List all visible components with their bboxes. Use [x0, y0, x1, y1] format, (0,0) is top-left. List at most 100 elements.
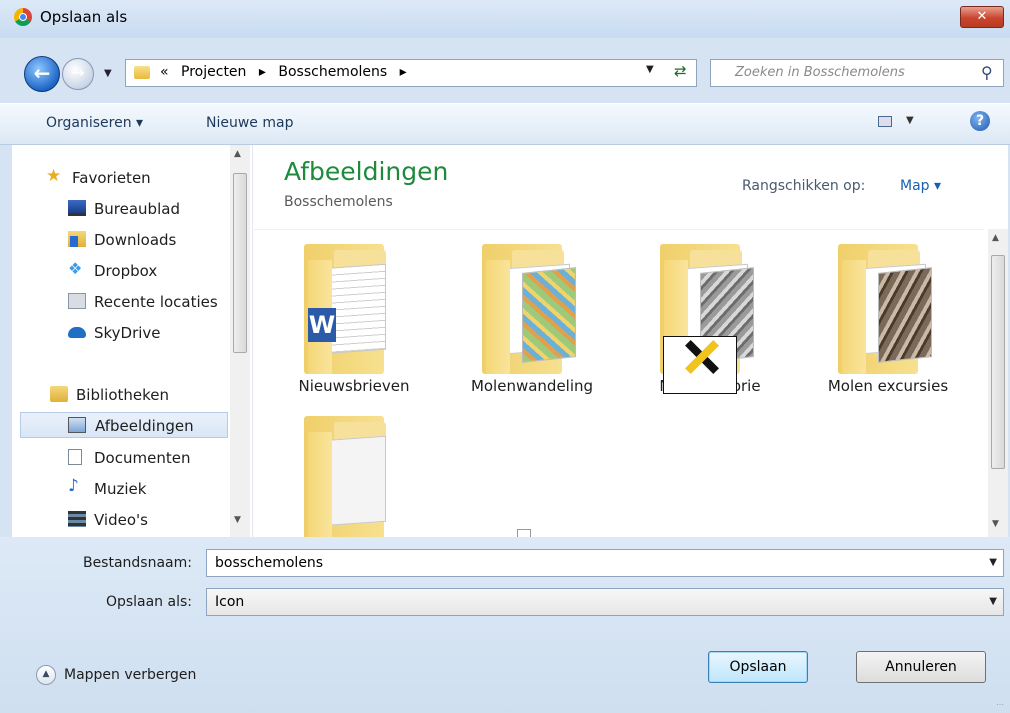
downloads-icon	[68, 231, 86, 247]
back-button[interactable]: ←	[24, 56, 60, 92]
search-icon[interactable]: ⚲	[981, 63, 993, 82]
breadcrumb-overflow[interactable]: «	[160, 64, 169, 80]
folder-tile-molen-excursies[interactable]: Molen excursies	[808, 234, 968, 404]
scroll-up-icon[interactable]: ▲	[992, 233, 999, 243]
file-list-scrollbar[interactable]: ▲ ▼	[988, 229, 1008, 537]
sidebar-item-documents[interactable]: Documenten	[68, 445, 228, 471]
chevron-down-icon[interactable]: ▼	[989, 557, 997, 568]
new-folder-button[interactable]: Nieuwe map	[206, 115, 293, 131]
recent-locations-icon	[68, 293, 86, 309]
search-box[interactable]: Zoeken in Bosschemolens ⚲	[710, 59, 1004, 87]
folder-grid: W Nieuwsbrieven Molenwandeling Molen exc…	[254, 229, 984, 538]
star-icon: ★	[46, 166, 62, 186]
save-as-dialog: Opslaan als ✕ ← → ▼ « Projecten ▸ Bossch…	[0, 0, 1010, 713]
save-button[interactable]: Opslaan	[708, 651, 808, 683]
sidebar-item-dropbox[interactable]: ❖ Dropbox	[68, 258, 228, 284]
library-title: Afbeeldingen	[284, 157, 449, 186]
filename-label: Bestandsnaam:	[82, 555, 192, 571]
sidebar-item-downloads[interactable]: Downloads	[68, 227, 228, 253]
breadcrumb: « Projecten ▸ Bosschemolens ▸	[160, 64, 415, 80]
chevron-down-icon[interactable]: ▼	[989, 596, 997, 607]
sidebar-item-label: Bureaublad	[94, 200, 180, 218]
sidebar-item-favorites[interactable]: ★ Favorieten	[46, 165, 226, 191]
library-pane: Afbeeldingen Bosschemolens Rangschikken …	[254, 145, 1008, 538]
sidebar-item-desktop[interactable]: Bureaublad	[68, 196, 228, 222]
sidebar-item-label: Favorieten	[72, 169, 151, 187]
skydrive-icon	[68, 327, 86, 338]
sidebar-item-label: Documenten	[94, 449, 191, 467]
sidebar-scrollbar[interactable]: ▲ ▼	[230, 145, 250, 537]
chevron-up-icon: ▲	[36, 665, 56, 685]
pictures-icon	[68, 417, 86, 433]
windmill-image-thumbnail[interactable]	[663, 336, 737, 394]
save-type-value[interactable]: Icon	[215, 594, 244, 610]
address-dropdown-icon[interactable]: ▼	[646, 64, 654, 75]
filename-value[interactable]: bosschemolens	[215, 555, 323, 571]
word-document-icon: W	[308, 308, 336, 342]
arrange-by-label: Rangschikken op:	[742, 178, 866, 194]
sidebar-item-label: Bibliotheken	[76, 386, 169, 404]
sidebar-item-label: Recente locaties	[94, 293, 218, 311]
sidebar-item-label: Afbeeldingen	[95, 417, 194, 435]
search-placeholder[interactable]: Zoeken in Bosschemolens	[735, 65, 905, 80]
change-view-button[interactable]: ▼	[878, 113, 918, 131]
title-bar: Opslaan als ✕	[0, 0, 1010, 38]
breadcrumb-separator-icon[interactable]: ▸	[400, 64, 407, 80]
arrange-by-dropdown[interactable]: Map ▾	[900, 178, 941, 194]
file-list-scroll-thumb[interactable]	[991, 255, 1005, 469]
folder-label: Molenwandeling	[470, 377, 594, 395]
command-bar: Organiseren ▾ Nieuwe map	[0, 103, 1010, 145]
breadcrumb-projecten[interactable]: Projecten	[181, 64, 246, 80]
hide-folders-toggle[interactable]: ▲ Mappen verbergen	[36, 665, 196, 685]
folder-icon	[482, 244, 592, 374]
documents-icon	[68, 449, 82, 465]
view-icon	[878, 116, 892, 127]
sidebar-item-pictures[interactable]: Afbeeldingen	[20, 412, 228, 438]
sidebar-item-label: Muziek	[94, 480, 147, 498]
sidebar-item-videos[interactable]: Video's	[68, 507, 228, 533]
help-icon[interactable]: ?	[970, 111, 990, 131]
history-dropdown-icon[interactable]: ▼	[104, 68, 112, 79]
scroll-down-icon[interactable]: ▼	[234, 515, 241, 525]
sidebar-item-label: Downloads	[94, 231, 177, 249]
breadcrumb-separator-icon[interactable]: ▸	[259, 64, 266, 80]
hide-folders-label: Mappen verbergen	[64, 667, 197, 683]
save-type-label: Opslaan als:	[105, 594, 192, 610]
scroll-down-icon[interactable]: ▼	[992, 519, 999, 529]
folder-label: Molen excursies	[827, 377, 949, 395]
folder-icon: W	[304, 244, 414, 374]
cancel-button[interactable]: Annuleren	[856, 651, 986, 683]
folder-icon	[304, 416, 414, 538]
sidebar-item-label: Video's	[94, 511, 148, 529]
resize-grip-icon[interactable]: ⋯	[996, 700, 1004, 709]
sidebar-item-recent-locations[interactable]: Recente locaties	[68, 289, 228, 315]
folder-tile[interactable]	[274, 406, 434, 538]
folder-tile-molenwandeling[interactable]: Molenwandeling	[452, 234, 612, 404]
address-bar[interactable]: « Projecten ▸ Bosschemolens ▸ ▼ ⇄	[125, 59, 697, 87]
content-area: ★ Favorieten Bureaublad Downloads ❖ Drop…	[12, 145, 1008, 538]
window-title: Opslaan als	[40, 8, 128, 26]
music-icon: ♪	[68, 476, 79, 496]
sidebar-item-label: Dropbox	[94, 262, 158, 280]
folder-icon	[134, 66, 150, 79]
sidebar-item-libraries[interactable]: Bibliotheken	[50, 382, 230, 408]
sidebar-scroll-thumb[interactable]	[233, 173, 247, 353]
chrome-icon	[14, 8, 32, 26]
dropbox-icon: ❖	[68, 259, 83, 278]
refresh-icon[interactable]: ⇄	[674, 62, 687, 80]
scroll-up-icon[interactable]: ▲	[234, 149, 241, 159]
filename-input[interactable]: bosschemolens ▼	[206, 549, 1004, 577]
sidebar-item-skydrive[interactable]: SkyDrive	[68, 320, 228, 346]
forward-button[interactable]: →	[62, 58, 94, 90]
sidebar-item-music[interactable]: ♪ Muziek	[68, 476, 228, 502]
libraries-icon	[50, 386, 68, 402]
folder-label: Nieuwsbrieven	[298, 377, 410, 395]
close-button[interactable]: ✕	[960, 6, 1004, 28]
folder-tile-nieuwsbrieven[interactable]: W Nieuwsbrieven	[274, 234, 434, 404]
desktop-icon	[68, 200, 86, 216]
organize-button[interactable]: Organiseren ▾	[46, 115, 143, 131]
sidebar-item-label: SkyDrive	[94, 324, 161, 342]
library-subtitle: Bosschemolens	[284, 194, 393, 210]
breadcrumb-bosschemolens[interactable]: Bosschemolens	[278, 64, 387, 80]
save-type-select[interactable]: Icon ▼	[206, 588, 1004, 616]
